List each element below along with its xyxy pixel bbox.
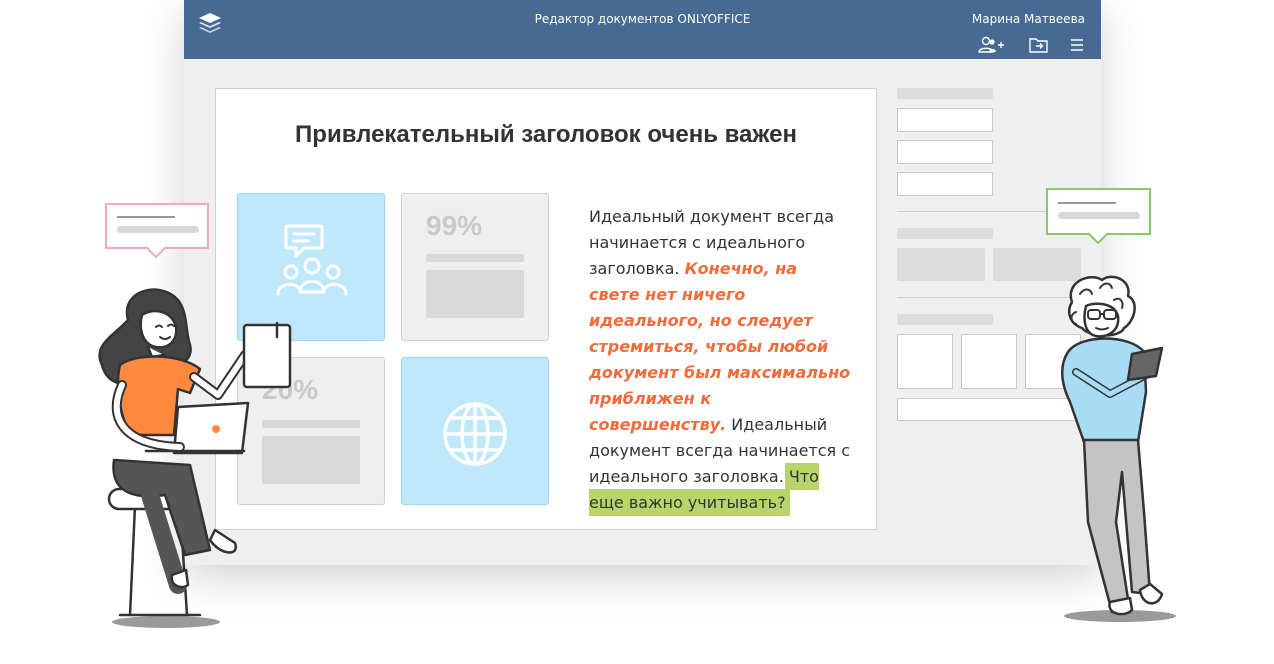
panel-label-skeleton (897, 228, 993, 239)
tile-globe[interactable] (401, 357, 549, 505)
stat-value: 99% (426, 210, 483, 241)
panel-tile-skeleton[interactable] (961, 334, 1017, 389)
paragraph-emphasis: Конечно, на свете нет ничего идеального,… (589, 259, 851, 434)
title-bar: Редактор документов ONLYOFFICE Марина Ма… (184, 0, 1101, 59)
panel-label-skeleton (897, 88, 993, 99)
document-heading[interactable]: Привлекательный заголовок очень важен (216, 121, 876, 149)
panel-tile-skeleton[interactable] (897, 334, 953, 389)
tile-stat-99[interactable]: 99% (401, 193, 549, 341)
tile-block-skeleton (426, 270, 524, 318)
man-with-tablet-illustration (1061, 275, 1176, 622)
add-user-icon[interactable] (977, 36, 1005, 54)
panel-input-skeleton[interactable] (897, 172, 993, 196)
panel-label-skeleton (897, 314, 993, 325)
comment-line (117, 226, 199, 233)
menu-icon[interactable] (1063, 36, 1091, 54)
comment-line (1058, 212, 1140, 219)
panel-button-skeleton[interactable] (897, 248, 985, 281)
document-paragraph[interactable]: Идеальный документ всегда начинается с и… (589, 204, 851, 516)
comment-bubble-pink[interactable] (105, 203, 209, 249)
panel-input-skeleton[interactable] (897, 140, 993, 164)
comment-line (1058, 202, 1116, 204)
folder-open-icon[interactable] (1025, 36, 1053, 54)
comment-line (117, 216, 175, 218)
woman-with-laptop-illustration (98, 288, 292, 628)
user-name[interactable]: Марина Матвеева (972, 12, 1085, 26)
app-title: Редактор документов ONLYOFFICE (534, 12, 751, 26)
editor-window: Редактор документов ONLYOFFICE Марина Ма… (184, 0, 1101, 565)
comment-bubble-green[interactable] (1046, 188, 1151, 235)
comment-pointer (145, 246, 167, 259)
tile-line-skeleton (426, 254, 524, 262)
globe-icon (443, 402, 507, 466)
panel-input-skeleton[interactable] (897, 108, 993, 132)
comment-pointer (1087, 232, 1109, 245)
document-page[interactable]: Привлекательный заголовок очень важен 99… (215, 88, 877, 530)
